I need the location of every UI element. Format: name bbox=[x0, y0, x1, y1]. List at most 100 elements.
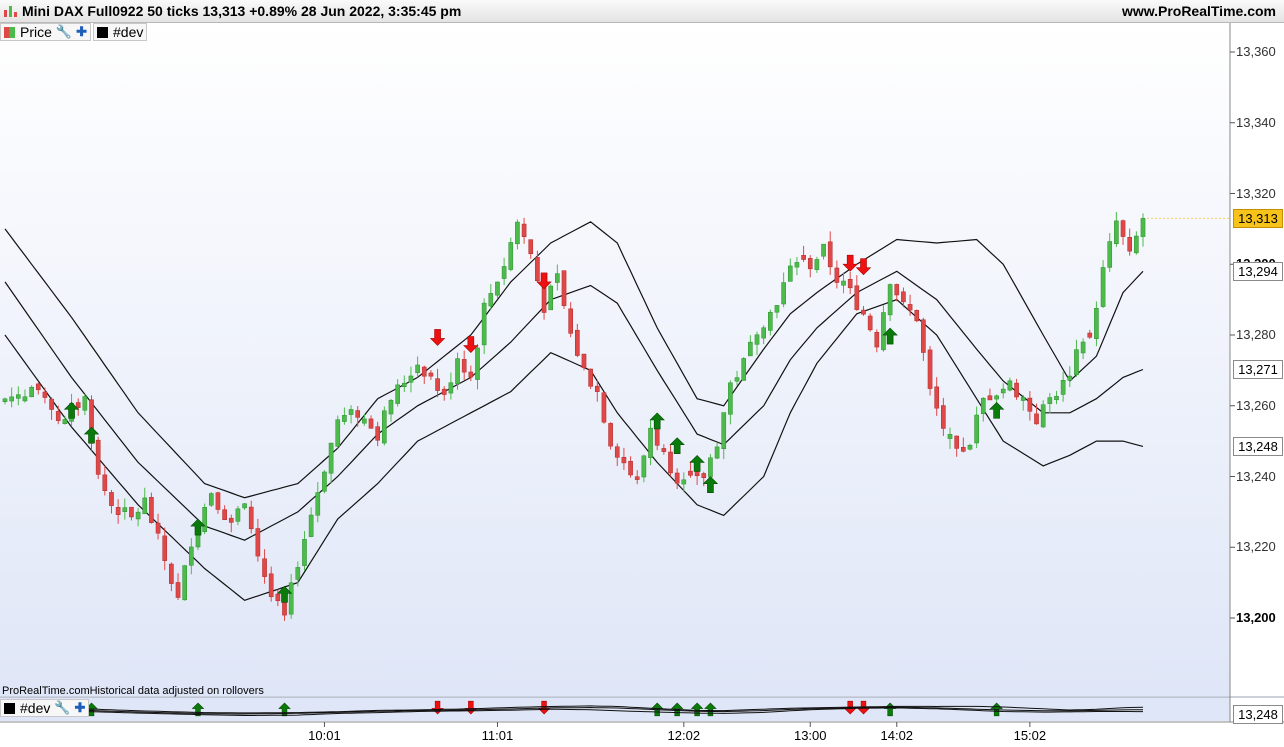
x-axis-ticks bbox=[323, 722, 1031, 727]
candle-up bbox=[142, 497, 148, 515]
y-tick-label: 13,360 bbox=[1236, 44, 1276, 59]
candle-down bbox=[1034, 413, 1039, 425]
chart-title: Mini DAX Full0922 50 ticks 13,313 +0.89%… bbox=[22, 3, 462, 19]
candle-up bbox=[741, 358, 747, 381]
candle-down bbox=[801, 255, 806, 260]
candle-up bbox=[288, 582, 294, 615]
candle-down bbox=[668, 451, 673, 474]
legend-dev[interactable]: #dev bbox=[93, 23, 148, 41]
candle-up bbox=[448, 382, 454, 394]
legend-dev-label: #dev bbox=[113, 24, 144, 40]
candle-down bbox=[35, 383, 41, 391]
x-tick-label: 13:00 bbox=[793, 728, 827, 743]
candle-up bbox=[881, 312, 886, 351]
candle-up bbox=[794, 262, 800, 268]
candle-up bbox=[814, 259, 820, 270]
candle-down bbox=[961, 447, 966, 452]
candle-down bbox=[1014, 382, 1019, 398]
candle-up bbox=[555, 273, 560, 283]
candle-down bbox=[435, 378, 440, 391]
candle-down bbox=[575, 329, 580, 356]
candle-up bbox=[495, 281, 500, 296]
candle-down bbox=[901, 291, 906, 303]
candle-up bbox=[455, 358, 460, 385]
x-tick-label: 14:02 bbox=[880, 728, 914, 743]
candle-up bbox=[1040, 404, 1046, 428]
candle-up bbox=[728, 382, 733, 415]
candle-down bbox=[428, 372, 434, 377]
candle-down bbox=[588, 368, 593, 387]
site-link[interactable]: www.ProRealTime.com bbox=[1122, 3, 1276, 19]
candle-up bbox=[681, 479, 687, 485]
candle-up bbox=[774, 305, 780, 313]
candle-down bbox=[847, 279, 853, 289]
candle-down bbox=[115, 507, 121, 515]
price-chart[interactable] bbox=[0, 0, 1284, 747]
candle-up bbox=[748, 341, 753, 357]
candle-up bbox=[388, 399, 394, 415]
candle-down bbox=[368, 418, 374, 429]
candle-up bbox=[475, 347, 480, 380]
candle-up bbox=[29, 386, 34, 398]
candle-up bbox=[1054, 396, 1059, 401]
candle-up bbox=[1140, 218, 1146, 237]
candle-down bbox=[954, 435, 959, 449]
candle-up bbox=[382, 410, 387, 444]
y-axis-ticks bbox=[1230, 51, 1235, 619]
candle-down bbox=[42, 391, 48, 398]
candle-up bbox=[1074, 349, 1079, 376]
candle-up bbox=[82, 396, 88, 411]
candle-up bbox=[980, 397, 986, 415]
candle-up bbox=[9, 396, 14, 402]
candle-up bbox=[135, 511, 141, 520]
candle-up bbox=[189, 546, 194, 566]
current-price-tag: 13,313 bbox=[1233, 209, 1283, 229]
candle-down bbox=[661, 448, 667, 452]
candle-down bbox=[608, 423, 613, 447]
candle-up bbox=[22, 396, 28, 402]
candle-up bbox=[1067, 375, 1073, 381]
candle-down bbox=[601, 392, 607, 423]
candle-up bbox=[401, 382, 407, 388]
candle-down bbox=[921, 319, 926, 353]
sub-swatch-icon bbox=[4, 702, 15, 714]
upper-band-tag: 13,294 bbox=[1233, 262, 1283, 282]
candle-up bbox=[1134, 235, 1139, 254]
candle-down bbox=[262, 558, 267, 577]
candle-up bbox=[208, 493, 214, 506]
candle-down bbox=[222, 509, 227, 521]
candle-up bbox=[1060, 380, 1066, 395]
candle-up bbox=[348, 409, 354, 415]
candle-down bbox=[1027, 397, 1033, 412]
candle-down bbox=[268, 573, 274, 598]
candle-down bbox=[155, 522, 161, 534]
candle-up bbox=[395, 384, 400, 404]
candle-down bbox=[468, 371, 474, 378]
candle-down bbox=[927, 349, 933, 389]
candle-up bbox=[821, 243, 826, 257]
candle-up bbox=[302, 539, 307, 566]
y-tick-label: 13,320 bbox=[1236, 185, 1276, 201]
candle-up bbox=[1094, 308, 1099, 339]
chart-icon bbox=[4, 5, 18, 17]
sub-wrench-icon[interactable]: 🔧 bbox=[54, 700, 70, 716]
candle-up bbox=[322, 471, 327, 492]
plus-icon[interactable]: ✚ bbox=[76, 24, 87, 40]
candle-down bbox=[421, 366, 427, 377]
candle-up bbox=[974, 414, 979, 444]
y-tick-label: 13,340 bbox=[1236, 114, 1276, 130]
candle-up bbox=[768, 311, 773, 331]
candle-up bbox=[841, 280, 846, 286]
sub-legend-label: #dev bbox=[20, 700, 51, 716]
x-tick-label: 15:02 bbox=[1013, 728, 1047, 743]
candle-down bbox=[248, 506, 254, 530]
sub-legend: #dev 🔧 ✚ bbox=[0, 699, 90, 717]
lower-band-tag: 13,248 bbox=[1233, 437, 1283, 457]
wrench-icon[interactable]: 🔧 bbox=[56, 24, 72, 40]
candle-up bbox=[708, 457, 713, 478]
legend-price[interactable]: Price 🔧 ✚ bbox=[0, 23, 91, 41]
candle-up bbox=[335, 419, 341, 447]
sub-plus-icon[interactable]: ✚ bbox=[75, 700, 86, 716]
candle-up bbox=[408, 375, 414, 383]
mid-band-tag: 13,271 bbox=[1233, 360, 1283, 380]
